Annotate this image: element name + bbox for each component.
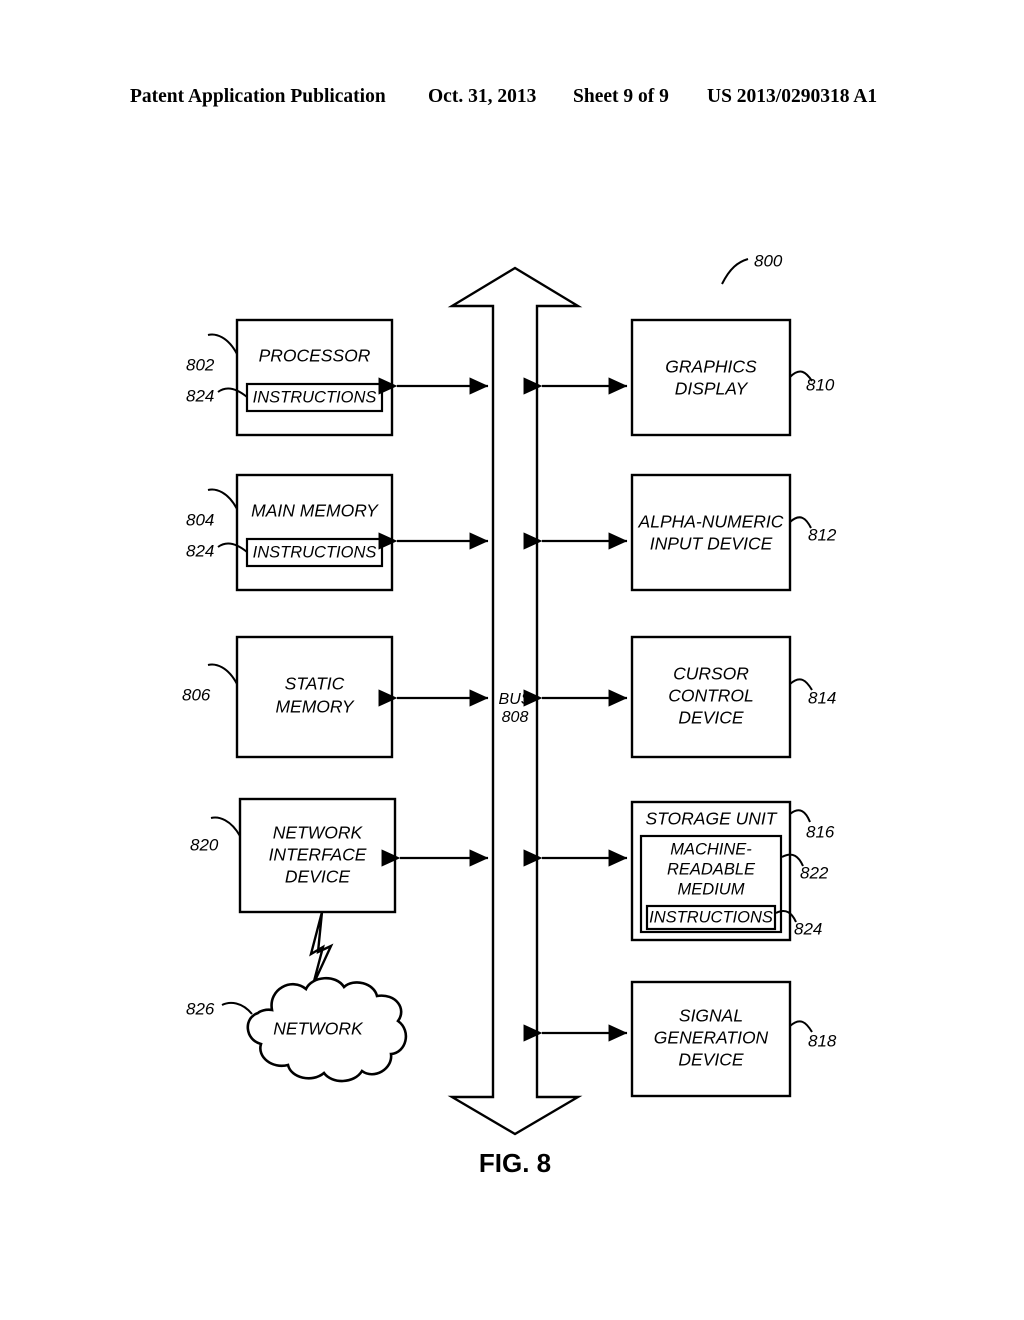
main-memory-block: MAIN MEMORY INSTRUCTIONS (235, 473, 394, 592)
machine-medium-ref-number: 822 (800, 863, 829, 882)
machine-medium-label-line1: MACHINE- (670, 840, 752, 858)
cursor-control-block: CURSOR CONTROL DEVICE (630, 635, 792, 759)
patent-figure-page: Patent Application Publication Oct. 31, … (0, 0, 1024, 1320)
alpha-input-label-line2: INPUT DEVICE (650, 534, 773, 554)
network-interface-label-line1: NETWORK (273, 823, 364, 843)
storage-unit-block: STORAGE UNIT MACHINE- READABLE MEDIUM IN… (630, 800, 792, 942)
network-interface-label-line2: INTERFACE (269, 845, 367, 865)
static-memory-label-line2: MEMORY (275, 697, 354, 717)
network-interface-label-line3: DEVICE (285, 867, 350, 887)
system-ref-callout: 800 (721, 251, 783, 285)
machine-medium-label-line3: MEDIUM (678, 880, 745, 898)
network-label: NETWORK (273, 1019, 364, 1039)
network-interface-ref-callout: 820 (190, 816, 241, 854)
cursor-control-label-line2: CONTROL (668, 686, 754, 706)
signal-gen-label-line2: GENERATION (654, 1028, 769, 1048)
main-memory-ref-callout: 804 (186, 488, 238, 529)
static-memory-label-line1: STATIC (285, 674, 345, 694)
main-memory-instructions-label: INSTRUCTIONS (253, 543, 377, 561)
network-interface-ref-number: 820 (190, 835, 219, 854)
system-ref-number: 800 (754, 251, 783, 270)
cursor-control-ref-number: 814 (808, 688, 836, 707)
main-memory-ref-number: 804 (186, 510, 214, 529)
bus-ref: 808 (502, 709, 529, 726)
static-memory-ref-number: 806 (182, 685, 211, 704)
cursor-control-label-line3: DEVICE (678, 708, 743, 728)
figure-caption: FIG. 8 (479, 1148, 551, 1178)
processor-instructions-label: INSTRUCTIONS (253, 388, 377, 406)
processor-instructions-ref-number: 824 (186, 386, 214, 405)
signal-generation-ref-callout: 818 (789, 1020, 837, 1050)
network-interface-block: NETWORK INTERFACE DEVICE (238, 797, 397, 914)
signal-gen-label-line3: DEVICE (678, 1050, 743, 1070)
graphics-display-label-line1: GRAPHICS (665, 357, 757, 377)
network-ref-number: 826 (186, 999, 215, 1018)
alpha-numeric-input-block: ALPHA-NUMERIC INPUT DEVICE (630, 473, 792, 592)
machine-medium-label-line2: READABLE (667, 860, 756, 878)
signal-generation-block: SIGNAL GENERATION DEVICE (630, 980, 792, 1098)
main-memory-instructions-ref-number: 824 (186, 541, 214, 560)
static-memory-block: STATIC MEMORY (235, 635, 394, 759)
signal-gen-ref-number: 818 (808, 1031, 837, 1050)
cursor-control-label-line1: CURSOR (673, 664, 749, 684)
processor-ref-number: 802 (186, 355, 215, 374)
storage-instructions-label: INSTRUCTIONS (649, 908, 773, 926)
graphics-display-block: GRAPHICS DISPLAY (630, 318, 792, 437)
figure-8-diagram: BUS 808 800 PROCESSOR INSTRUCTIONS 802 8… (182, 251, 837, 1178)
cursor-control-ref-callout: 814 (789, 678, 836, 707)
static-memory-ref-callout: 806 (182, 663, 238, 704)
graphics-display-ref-callout: 810 (789, 370, 835, 394)
storage-instructions-ref-number: 824 (794, 919, 822, 938)
alpha-input-ref-number: 812 (808, 525, 837, 544)
signal-gen-label-line1: SIGNAL (679, 1006, 743, 1026)
storage-unit-ref-callout: 816 (789, 809, 835, 841)
processor-label: PROCESSOR (259, 346, 371, 366)
main-memory-label: MAIN MEMORY (251, 501, 379, 521)
bus-arrow: BUS 808 (447, 266, 583, 1136)
processor-ref-callout: 802 (186, 333, 238, 374)
alpha-numeric-input-ref-callout: 812 (789, 516, 837, 544)
processor-block: PROCESSOR INSTRUCTIONS (235, 318, 394, 437)
wireless-link-bolt-icon (309, 911, 334, 986)
storage-unit-ref-number: 816 (806, 822, 835, 841)
storage-unit-label: STORAGE UNIT (646, 809, 778, 829)
network-ref-callout: 826 (186, 999, 253, 1018)
bus-label: BUS (499, 691, 532, 708)
graphics-display-label-line2: DISPLAY (675, 379, 749, 399)
alpha-input-label-line1: ALPHA-NUMERIC (638, 512, 784, 532)
graphics-display-ref-number: 810 (806, 375, 835, 394)
network-cloud: NETWORK (246, 976, 408, 1083)
